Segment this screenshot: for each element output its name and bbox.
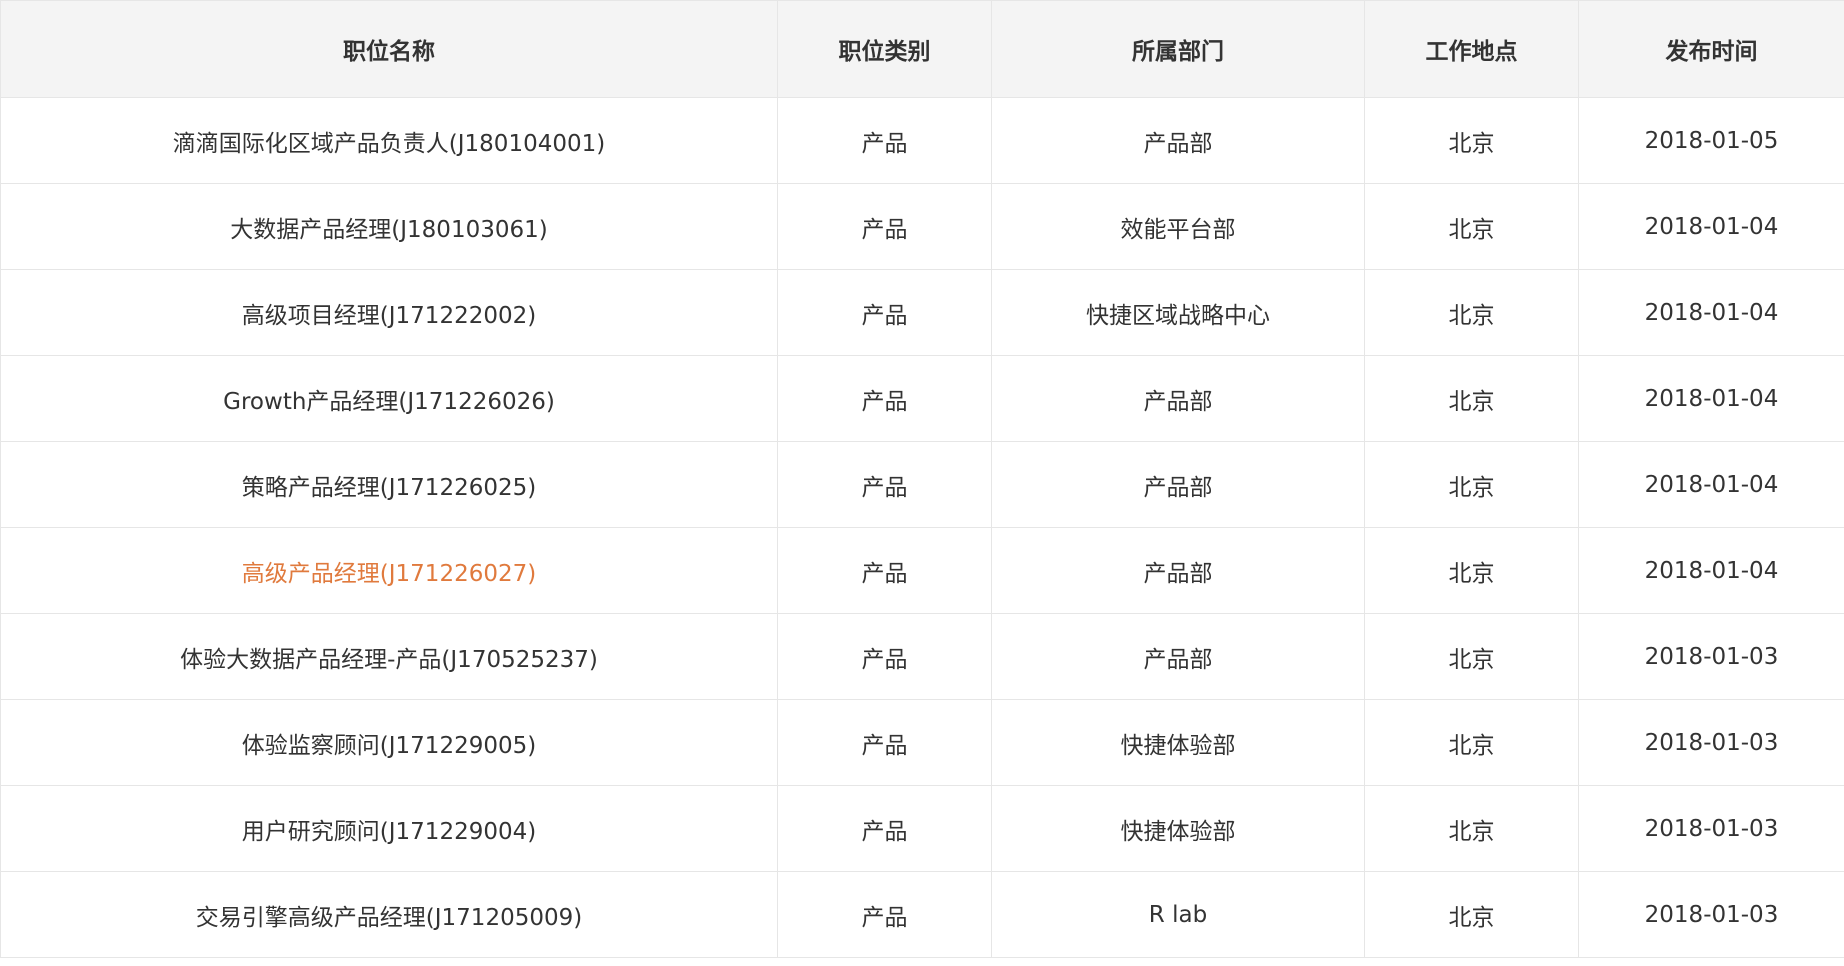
job-title-link[interactable]: 体验大数据产品经理-产品(J170525237): [180, 647, 598, 673]
publish-date-cell: 2018-01-04: [1578, 183, 1844, 270]
job-category-cell: 产品: [777, 183, 992, 270]
table-row[interactable]: 大数据产品经理(J180103061) 产品 效能平台部 北京 2018-01-04: [0, 183, 1844, 270]
department-cell: 产品部: [991, 441, 1365, 528]
department-cell: 效能平台部: [991, 183, 1365, 270]
job-category-cell: 产品: [777, 269, 992, 356]
job-category-cell: 产品: [777, 699, 992, 786]
location-cell: 北京: [1364, 97, 1579, 184]
job-title-cell: 用户研究顾问(J171229004): [0, 785, 778, 872]
job-category-cell: 产品: [777, 527, 992, 614]
job-title-cell: 交易引擎高级产品经理(J171205009): [0, 871, 778, 958]
location-cell: 北京: [1364, 527, 1579, 614]
job-title-link[interactable]: 高级项目经理(J171222002): [242, 303, 536, 329]
location-cell: 北京: [1364, 269, 1579, 356]
table-row[interactable]: 体验监察顾问(J171229005) 产品 快捷体验部 北京 2018-01-03: [0, 699, 1844, 786]
column-header-department: 所属部门: [991, 0, 1365, 98]
job-title-link[interactable]: 高级产品经理(J171226027): [242, 561, 536, 587]
column-header-location: 工作地点: [1364, 0, 1579, 98]
job-category-cell: 产品: [777, 613, 992, 700]
job-title-cell: 滴滴国际化区域产品负责人(J180104001): [0, 97, 778, 184]
department-cell: 快捷体验部: [991, 699, 1365, 786]
job-title-link[interactable]: 体验监察顾问(J171229005): [242, 733, 536, 759]
table-row[interactable]: Growth产品经理(J171226026) 产品 产品部 北京 2018-01-04: [0, 355, 1844, 442]
job-category-cell: 产品: [777, 441, 992, 528]
job-title-link[interactable]: 滴滴国际化区域产品负责人(J180104001): [173, 131, 605, 157]
publish-date-cell: 2018-01-04: [1578, 269, 1844, 356]
column-header-publish-date: 发布时间: [1578, 0, 1844, 98]
job-title-cell: 高级产品经理(J171226027): [0, 527, 778, 614]
job-category-cell: 产品: [777, 97, 992, 184]
department-cell: R lab: [991, 871, 1365, 958]
table-header: 职位名称 职位类别 所属部门 工作地点 发布时间: [0, 0, 1844, 98]
location-cell: 北京: [1364, 183, 1579, 270]
department-cell: 产品部: [991, 613, 1365, 700]
job-category-cell: 产品: [777, 355, 992, 442]
publish-date-cell: 2018-01-03: [1578, 871, 1844, 958]
location-cell: 北京: [1364, 441, 1579, 528]
job-title-cell: Growth产品经理(J171226026): [0, 355, 778, 442]
job-title-link[interactable]: Growth产品经理(J171226026): [223, 389, 555, 415]
column-header-category: 职位类别: [777, 0, 992, 98]
job-listing-table: 职位名称 职位类别 所属部门 工作地点 发布时间 滴滴国际化区域产品负责人(J1…: [0, 0, 1844, 958]
table-row[interactable]: 交易引擎高级产品经理(J171205009) 产品 R lab 北京 2018-01-0…: [0, 871, 1844, 958]
publish-date-cell: 2018-01-03: [1578, 613, 1844, 700]
job-title-cell: 高级项目经理(J171222002): [0, 269, 778, 356]
publish-date-cell: 2018-01-03: [1578, 699, 1844, 786]
job-category-cell: 产品: [777, 871, 992, 958]
table-row[interactable]: 高级项目经理(J171222002) 产品 快捷区域战略中心 北京 2018-01-04: [0, 269, 1844, 356]
table-row[interactable]: 用户研究顾问(J171229004) 产品 快捷体验部 北京 2018-01-03: [0, 785, 1844, 872]
department-cell: 快捷区域战略中心: [991, 269, 1365, 356]
job-title-cell: 策略产品经理(J171226025): [0, 441, 778, 528]
publish-date-cell: 2018-01-05: [1578, 97, 1844, 184]
department-cell: 产品部: [991, 527, 1365, 614]
location-cell: 北京: [1364, 871, 1579, 958]
job-title-cell: 体验监察顾问(J171229005): [0, 699, 778, 786]
location-cell: 北京: [1364, 613, 1579, 700]
job-category-cell: 产品: [777, 785, 992, 872]
department-cell: 快捷体验部: [991, 785, 1365, 872]
job-title-cell: 大数据产品经理(J180103061): [0, 183, 778, 270]
table-row[interactable]: 策略产品经理(J171226025) 产品 产品部 北京 2018-01-04: [0, 441, 1844, 528]
header-row: 职位名称 职位类别 所属部门 工作地点 发布时间: [0, 0, 1844, 98]
location-cell: 北京: [1364, 785, 1579, 872]
table-body: 滴滴国际化区域产品负责人(J180104001) 产品 产品部 北京 2018-01-0…: [0, 97, 1844, 958]
publish-date-cell: 2018-01-03: [1578, 785, 1844, 872]
table-row[interactable]: 高级产品经理(J171226027) 产品 产品部 北京 2018-01-04: [0, 527, 1844, 614]
publish-date-cell: 2018-01-04: [1578, 441, 1844, 528]
table-row[interactable]: 体验大数据产品经理-产品(J170525237) 产品 产品部 北京 2018-01-0…: [0, 613, 1844, 700]
job-title-link[interactable]: 交易引擎高级产品经理(J171205009): [196, 905, 582, 931]
location-cell: 北京: [1364, 699, 1579, 786]
job-title-link[interactable]: 用户研究顾问(J171229004): [242, 819, 536, 845]
department-cell: 产品部: [991, 355, 1365, 442]
table-row[interactable]: 滴滴国际化区域产品负责人(J180104001) 产品 产品部 北京 2018-01-0…: [0, 97, 1844, 184]
column-header-job-title: 职位名称: [0, 0, 778, 98]
location-cell: 北京: [1364, 355, 1579, 442]
department-cell: 产品部: [991, 97, 1365, 184]
publish-date-cell: 2018-01-04: [1578, 527, 1844, 614]
job-title-cell: 体验大数据产品经理-产品(J170525237): [0, 613, 778, 700]
publish-date-cell: 2018-01-04: [1578, 355, 1844, 442]
job-title-link[interactable]: 策略产品经理(J171226025): [242, 475, 536, 501]
job-title-link[interactable]: 大数据产品经理(J180103061): [230, 217, 547, 243]
